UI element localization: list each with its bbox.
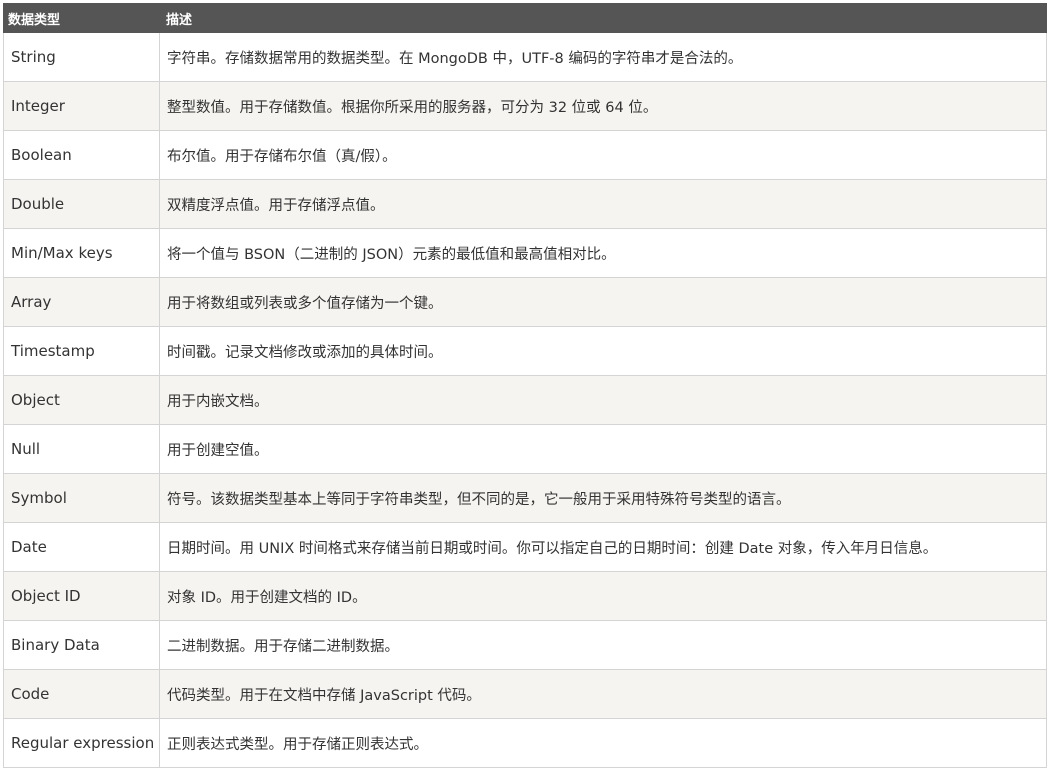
description-cell: 日期时间。用 UNIX 时间格式来存储当前日期或时间。你可以指定自己的日期时间：… <box>159 522 1047 572</box>
description-cell: 用于将数组或列表或多个值存储为一个键。 <box>159 277 1047 327</box>
data-types-table: 数据类型 描述 String 字符串。存储数据常用的数据类型。在 MongoDB … <box>3 3 1047 768</box>
type-cell: Date <box>3 522 160 572</box>
description-cell: 符号。该数据类型基本上等同于字符串类型，但不同的是，它一般用于采用特殊符号类型的… <box>159 473 1047 523</box>
type-cell: Object ID <box>3 571 160 621</box>
type-cell: Regular expression <box>3 718 160 768</box>
table-row: Boolean 布尔值。用于存储布尔值（真/假）。 <box>3 130 1047 180</box>
description-cell: 代码类型。用于在文档中存储 JavaScript 代码。 <box>159 669 1047 719</box>
table-row: Min/Max keys 将一个值与 BSON（二进制的 JSON）元素的最低值和… <box>3 228 1047 278</box>
description-cell: 双精度浮点值。用于存储浮点值。 <box>159 179 1047 229</box>
description-cell: 布尔值。用于存储布尔值（真/假）。 <box>159 130 1047 180</box>
description-cell: 整型数值。用于存储数值。根据你所采用的服务器，可分为 32 位或 64 位。 <box>159 81 1047 131</box>
description-cell: 二进制数据。用于存储二进制数据。 <box>159 620 1047 670</box>
table-row: Array 用于将数组或列表或多个值存储为一个键。 <box>3 277 1047 327</box>
type-cell: Integer <box>3 81 160 131</box>
table-row: Date 日期时间。用 UNIX 时间格式来存储当前日期或时间。你可以指定自己的日… <box>3 522 1047 572</box>
description-cell: 字符串。存储数据常用的数据类型。在 MongoDB 中，UTF-8 编码的字符串… <box>159 32 1047 82</box>
data-types-table-container: 数据类型 描述 String 字符串。存储数据常用的数据类型。在 MongoDB … <box>3 3 1047 768</box>
table-row: Binary Data 二进制数据。用于存储二进制数据。 <box>3 620 1047 670</box>
type-cell: Symbol <box>3 473 160 523</box>
table-row: String 字符串。存储数据常用的数据类型。在 MongoDB 中，UTF-8 … <box>3 32 1047 82</box>
table-row: Null 用于创建空值。 <box>3 424 1047 474</box>
table-header: 数据类型 描述 <box>3 3 1047 33</box>
description-cell: 时间戳。记录文档修改或添加的具体时间。 <box>159 326 1047 376</box>
table-row: Code 代码类型。用于在文档中存储 JavaScript 代码。 <box>3 669 1047 719</box>
description-cell: 对象 ID。用于创建文档的 ID。 <box>159 571 1047 621</box>
table-row: Regular expression 正则表达式类型。用于存储正则表达式。 <box>3 718 1047 768</box>
type-cell: Binary Data <box>3 620 160 670</box>
table-row: Symbol 符号。该数据类型基本上等同于字符串类型，但不同的是，它一般用于采用特… <box>3 473 1047 523</box>
header-description: 描述 <box>159 3 1047 33</box>
header-data-type: 数据类型 <box>3 3 160 33</box>
type-cell: String <box>3 32 160 82</box>
table-body: String 字符串。存储数据常用的数据类型。在 MongoDB 中，UTF-8 … <box>3 32 1047 768</box>
type-cell: Object <box>3 375 160 425</box>
description-cell: 用于内嵌文档。 <box>159 375 1047 425</box>
table-row: Integer 整型数值。用于存储数值。根据你所采用的服务器，可分为 32 位或 … <box>3 81 1047 131</box>
description-cell: 将一个值与 BSON（二进制的 JSON）元素的最低值和最高值相对比。 <box>159 228 1047 278</box>
description-cell: 用于创建空值。 <box>159 424 1047 474</box>
table-row: Double 双精度浮点值。用于存储浮点值。 <box>3 179 1047 229</box>
type-cell: Min/Max keys <box>3 228 160 278</box>
description-cell: 正则表达式类型。用于存储正则表达式。 <box>159 718 1047 768</box>
type-cell: Array <box>3 277 160 327</box>
table-row: Object ID 对象 ID。用于创建文档的 ID。 <box>3 571 1047 621</box>
table-row: Timestamp 时间戳。记录文档修改或添加的具体时间。 <box>3 326 1047 376</box>
type-cell: Null <box>3 424 160 474</box>
header-row: 数据类型 描述 <box>3 3 1047 33</box>
type-cell: Double <box>3 179 160 229</box>
table-row: Object 用于内嵌文档。 <box>3 375 1047 425</box>
type-cell: Timestamp <box>3 326 160 376</box>
type-cell: Code <box>3 669 160 719</box>
type-cell: Boolean <box>3 130 160 180</box>
